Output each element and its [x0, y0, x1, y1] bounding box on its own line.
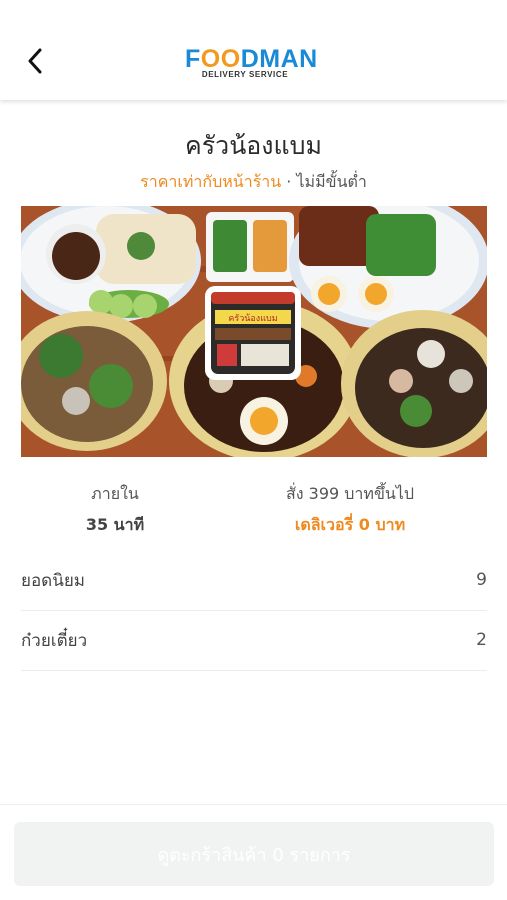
category-label: ยอดนิยม	[21, 570, 85, 591]
delivery-time-label: ภายใน	[91, 484, 139, 503]
category-row-popular[interactable]: ยอดนิยม 9	[21, 550, 487, 611]
shop-banner-image: ครัวน้องแบม	[21, 206, 487, 457]
shop-subtitle: ราคาเท่ากับหน้าร้าน · ไม่มีขั้นต่ำ	[0, 170, 507, 195]
app-header: FOODMAN DELIVERY SERVICE	[0, 0, 507, 100]
delivery-time-value: 35 นาที	[85, 515, 145, 534]
category-count: 2	[476, 630, 487, 650]
price-tag: ราคาเท่ากับหน้าร้าน	[140, 172, 282, 191]
footer-divider	[0, 804, 507, 805]
free-delivery-info: สั่ง 399 บาทขึ้นไป เดลิเวอรี่ 0 บาท	[250, 482, 450, 538]
subtitle-separator: ·	[281, 172, 297, 191]
back-button[interactable]	[20, 44, 50, 78]
logo-wordmark: FOODMAN	[185, 45, 318, 73]
category-label: ก๋วยเตี๋ยว	[21, 630, 88, 651]
category-row-noodles[interactable]: ก๋วยเตี๋ยว 2	[21, 610, 487, 671]
category-count: 9	[476, 570, 487, 590]
free-delivery-condition: สั่ง 399 บาทขึ้นไป	[285, 484, 415, 503]
food-photo-illustration: ครัวน้องแบม	[21, 206, 487, 457]
view-cart-button[interactable]: ดูตะกร้าสินค้า 0 รายการ	[14, 822, 494, 886]
delivery-time-info: ภายใน 35 นาที	[40, 482, 190, 538]
free-delivery-value: เดลิเวอรี่ 0 บาท	[294, 515, 406, 534]
foodman-logo: FOODMAN DELIVERY SERVICE	[185, 45, 318, 86]
shop-name: ครัวน้องแบม	[185, 131, 322, 160]
logo-tagline: DELIVERY SERVICE	[201, 70, 289, 79]
banner-sign-text: ครัวน้องแบม	[228, 313, 277, 324]
min-order-text: ไม่มีขั้นต่ำ	[296, 172, 367, 191]
chevron-left-icon	[28, 48, 42, 74]
